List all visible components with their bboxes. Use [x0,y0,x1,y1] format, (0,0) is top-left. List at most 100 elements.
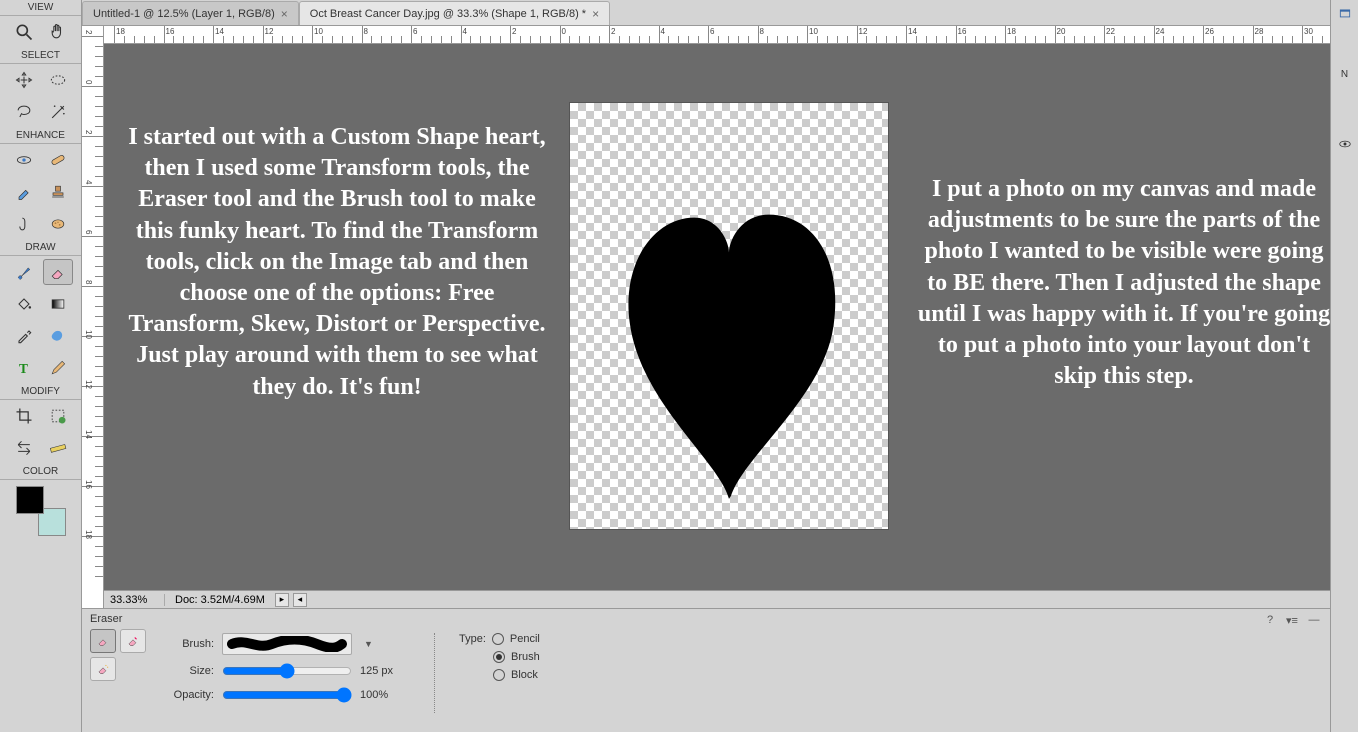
size-label: Size: [164,665,214,677]
document-tabs: Untitled-1 @ 12.5% (Layer 1, RGB/8) × Oc… [82,0,1330,26]
gradient-tool[interactable] [43,291,73,317]
opacity-value: 100% [360,689,410,701]
navigator-label-short[interactable]: N [1334,64,1356,84]
vertical-ruler: 2024681012141618 [82,26,104,608]
eraser-magic-icon [95,662,111,676]
paint-bucket-tool[interactable] [9,291,39,317]
heart-icon [570,103,888,529]
straighten-tool[interactable] [43,435,73,461]
paintbrush-icon [14,262,34,282]
magic-wand-tool[interactable] [43,99,73,125]
toolbox-section-select: SELECT [0,48,81,64]
toolbox-section-view: VIEW [0,0,81,16]
bucket-icon [14,294,34,314]
type-tool[interactable]: T [9,355,39,381]
marquee-icon [48,70,68,90]
eye-visibility-button[interactable] [1334,134,1356,154]
crop-tool[interactable] [9,403,39,429]
pencil-icon [48,358,68,378]
recompose-icon [14,438,34,458]
spot-heal-tool[interactable] [43,147,73,173]
size-value: 125 px [360,665,410,677]
options-title: Eraser [90,613,1322,625]
help-icon[interactable]: ? [1262,613,1278,627]
pencil-tool[interactable] [43,355,73,381]
size-slider[interactable] [222,663,352,679]
horizontal-ruler: 1816141210864202468101214161820222426283… [104,26,1330,44]
chevron-down-icon[interactable]: ▼ [364,639,373,649]
bandaid-icon [48,150,68,170]
type-brush-label: Brush [511,651,540,663]
svg-text:T: T [19,361,28,376]
cookie-cutter-tool[interactable] [43,403,73,429]
stamp-tool[interactable] [43,179,73,205]
opacity-slider[interactable] [222,687,352,703]
info-menu-button[interactable]: ▸ [275,593,289,607]
lasso-icon [14,102,34,122]
divider [434,633,435,713]
tab-label: Oct Breast Cancer Day.jpg @ 33.3% (Shape… [310,8,586,20]
lasso-tool[interactable] [9,99,39,125]
toolbox-section-enhance: ENHANCE [0,128,81,144]
close-icon[interactable]: × [592,7,599,21]
toolbox-section-color: COLOR [0,464,81,480]
zoom-readout[interactable]: 33.33% [104,594,164,606]
wand-icon [48,102,68,122]
sponge-tool[interactable] [43,211,73,237]
brush-label: Brush: [164,638,214,650]
smudge-tool[interactable] [9,211,39,237]
panel-menu-icon[interactable]: ▾≡ [1284,613,1300,627]
marquee-tool[interactable] [43,67,73,93]
recompose-tool[interactable] [9,435,39,461]
status-bar: 33.33% Doc: 3.52M/4.69M ▸ ◂ [104,590,1330,608]
eraser-tool[interactable] [43,259,73,285]
eraser-mode-background[interactable] [120,629,146,653]
type-block-label: Block [511,669,538,681]
blob-icon [48,326,68,346]
brush-small-icon [14,182,34,202]
eraser-mode-magic[interactable] [90,657,116,681]
eraser-mode-normal[interactable] [90,629,116,653]
color-swatches[interactable] [16,486,66,536]
move-icon [14,70,34,90]
tab-label: Untitled-1 @ 12.5% (Layer 1, RGB/8) [93,8,275,20]
type-brush-radio[interactable] [493,651,505,663]
eyedropper-tool[interactable] [9,323,39,349]
zoom-tool[interactable] [9,19,39,45]
clone-stamp-tool[interactable] [9,179,39,205]
opacity-label: Opacity: [164,689,214,701]
annotation-left: I started out with a Custom Shape heart,… [122,122,552,403]
main-area: Untitled-1 @ 12.5% (Layer 1, RGB/8) × Oc… [82,0,1330,732]
right-panel-sliver: N [1330,0,1358,732]
toolbox-section-modify: MODIFY [0,384,81,400]
annotation-right: I put a photo on my canvas and made adju… [914,174,1330,392]
shape-tool[interactable] [43,323,73,349]
tool-options-bar: Eraser ? ▾≡ — Brush: [82,608,1330,732]
type-pencil-radio[interactable] [492,633,504,645]
collapse-icon[interactable]: — [1306,613,1322,627]
redeye-tool[interactable] [9,147,39,173]
eye-icon [1336,137,1354,151]
canvas[interactable]: I started out with a Custom Shape heart,… [104,44,1330,590]
tab-untitled[interactable]: Untitled-1 @ 12.5% (Layer 1, RGB/8) × [82,1,299,25]
doc-size-info: Doc: 3.52M/4.69M [164,594,275,606]
toolbox-section-draw: DRAW [0,240,81,256]
tab-breast-cancer[interactable]: Oct Breast Cancer Day.jpg @ 33.3% (Shape… [299,1,610,25]
document-area: 2024681012141618 18161412108642024681012… [82,26,1330,608]
heart-shape-canvas [569,102,889,530]
move-tool[interactable] [9,67,39,93]
magnifier-icon [14,22,34,42]
gradient-icon [48,294,68,314]
eraser-mode-icons [90,629,146,681]
scroll-left-button[interactable]: ◂ [293,593,307,607]
brush-preview[interactable] [222,633,352,655]
type-block-radio[interactable] [493,669,505,681]
brush-tool[interactable] [9,259,39,285]
panel-toggle-button[interactable] [1334,4,1356,24]
hand-tool[interactable] [43,19,73,45]
gear-crop-icon [48,406,68,426]
foreground-color[interactable] [16,486,44,514]
eyedropper-icon [14,326,34,346]
close-icon[interactable]: × [281,7,288,21]
stamp-icon [48,182,68,202]
